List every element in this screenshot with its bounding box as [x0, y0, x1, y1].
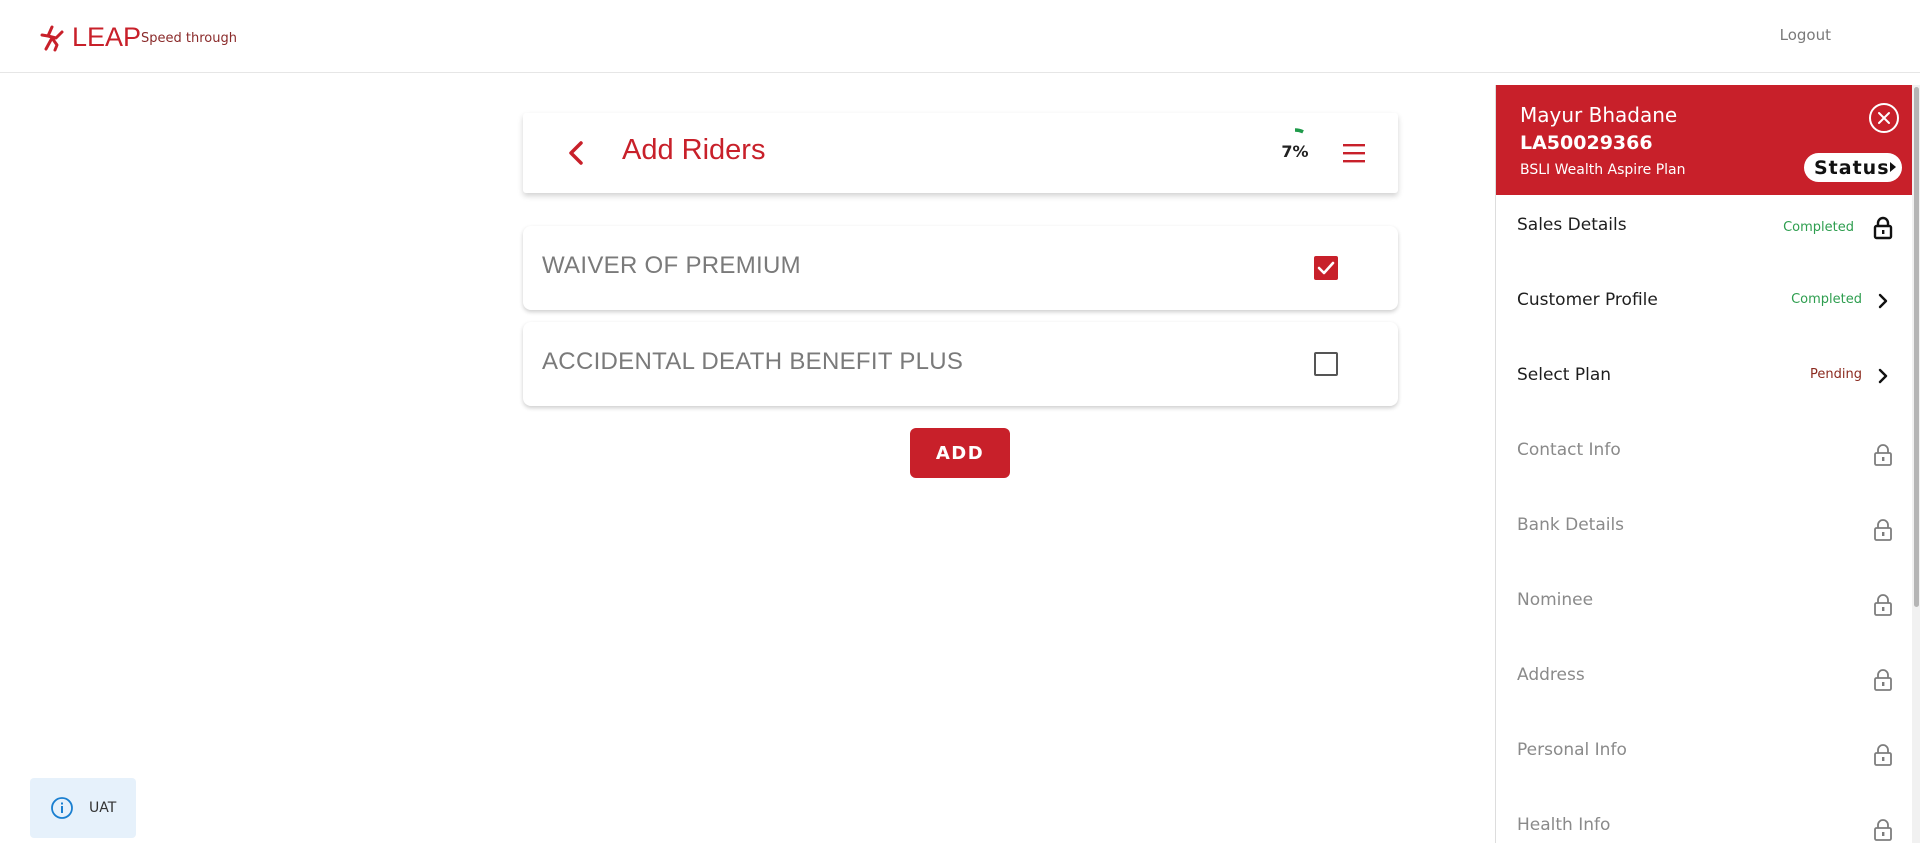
page-title: Add Riders [622, 134, 766, 166]
environment-label: UAT [89, 800, 117, 816]
lock-icon [1874, 669, 1892, 691]
step-contact-info: Contact Info [1496, 440, 1912, 515]
logo-text: LEAP [72, 22, 142, 52]
step-label: Customer Profile [1517, 290, 1658, 310]
progress-arc [1294, 128, 1304, 134]
add-button[interactable]: ADD [910, 428, 1010, 478]
status-label: Status [1814, 156, 1890, 179]
lock-icon [1874, 519, 1892, 541]
step-customer-profile[interactable]: Customer Profile Completed [1496, 290, 1912, 365]
step-label: Contact Info [1517, 440, 1621, 460]
brand-logo[interactable]: LEAP [38, 22, 141, 53]
close-panel-button[interactable] [1869, 103, 1899, 133]
rider-item-waiver-of-premium[interactable]: WAIVER OF PREMIUM [523, 226, 1398, 310]
step-label: Select Plan [1517, 365, 1612, 385]
close-icon [1878, 112, 1890, 124]
checkmark-icon [1317, 261, 1335, 275]
step-personal-info: Personal Info [1496, 740, 1912, 815]
rider-item-accidental-death-benefit-plus[interactable]: ACCIDENTAL DEATH BENEFIT PLUS [523, 322, 1398, 406]
step-select-plan[interactable]: Select Plan Pending [1496, 365, 1912, 440]
page-header-card: Add Riders 7% [523, 113, 1398, 193]
caret-right-icon [1890, 162, 1896, 172]
lock-icon [1874, 444, 1892, 466]
step-sales-details[interactable]: Sales Details Completed [1496, 215, 1912, 290]
hamburger-menu-icon[interactable] [1342, 142, 1366, 164]
chevron-right-icon [1878, 368, 1888, 384]
step-status: Completed [1791, 292, 1862, 307]
lock-icon [1874, 819, 1892, 841]
scrollbar-thumb[interactable] [1914, 87, 1919, 607]
top-header: LEAP Speed through Logout [0, 0, 1920, 73]
back-chevron-icon[interactable] [561, 137, 591, 169]
plan-name: BSLI Wealth Aspire Plan [1520, 162, 1686, 178]
logout-link[interactable]: Logout [1780, 26, 1831, 44]
panel-scrollbar[interactable] [1912, 85, 1920, 843]
environment-badge: UAT [30, 778, 136, 838]
progress-text: 7% [1281, 142, 1309, 161]
info-icon [51, 797, 73, 819]
customer-summary-header: Mayur Bhadane LA50029366 BSLI Wealth Asp… [1496, 85, 1912, 195]
application-status-panel: Mayur Bhadane LA50029366 BSLI Wealth Asp… [1495, 85, 1920, 843]
rider-label: ACCIDENTAL DEATH BENEFIT PLUS [542, 348, 964, 375]
step-nominee: Nominee [1496, 590, 1912, 665]
runner-icon [40, 25, 64, 51]
rider-checkbox-checked[interactable] [1314, 256, 1338, 280]
progress-indicator: 7% [1273, 120, 1317, 170]
step-label: Personal Info [1517, 740, 1627, 760]
step-label: Nominee [1517, 590, 1594, 610]
step-bank-details: Bank Details [1496, 515, 1912, 590]
lock-open-icon [1873, 216, 1893, 240]
application-id: LA50029366 [1520, 132, 1653, 154]
lock-icon [1874, 744, 1892, 766]
rider-label: WAIVER OF PREMIUM [542, 252, 801, 279]
step-label: Bank Details [1517, 515, 1625, 535]
customer-name: Mayur Bhadane [1520, 103, 1678, 127]
step-label: Address [1517, 665, 1585, 685]
lock-icon [1874, 594, 1892, 616]
step-status: Pending [1810, 367, 1862, 382]
rider-checkbox-unchecked[interactable] [1314, 352, 1338, 376]
status-button[interactable]: Status [1804, 153, 1902, 182]
step-health-info: Health Info [1496, 815, 1912, 843]
step-label: Health Info [1517, 815, 1611, 835]
step-status: Completed [1783, 220, 1854, 235]
chevron-right-icon [1878, 293, 1888, 309]
tagline: Speed through [141, 31, 237, 46]
step-label: Sales Details [1517, 215, 1627, 235]
step-address: Address [1496, 665, 1912, 740]
